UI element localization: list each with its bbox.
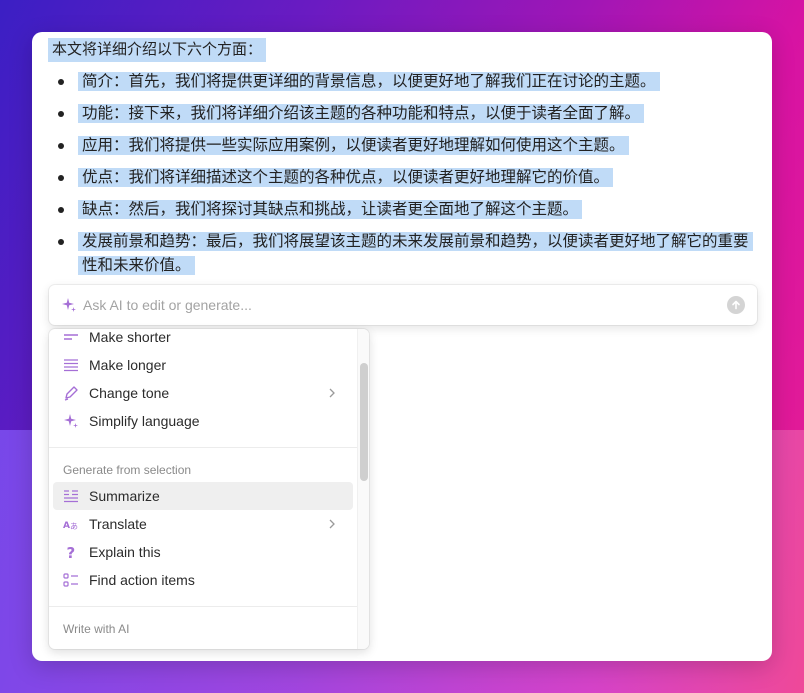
menu-item-find-action-items[interactable]: Find action items: [53, 566, 353, 594]
menu-item-label: Make longer: [89, 357, 167, 373]
intro-text[interactable]: 本文将详细介绍以下六个方面：: [48, 38, 267, 62]
bullet-dot: [58, 79, 64, 85]
long-lines-icon: [63, 357, 79, 373]
list-item[interactable]: 优点：我们将详细描述这个主题的各种优点，以便读者更好地理解它的价值。: [48, 166, 758, 190]
list-item[interactable]: 简介：首先，我们将提供更详细的背景信息，以便更好地了解我们正在讨论的主题。: [48, 70, 758, 94]
question-icon: ?: [63, 544, 79, 560]
list-item[interactable]: 应用：我们将提供一些实际应用案例，以便读者更好地理解如何使用这个主题。: [48, 134, 758, 158]
menu-item-label: Make shorter: [89, 329, 171, 345]
bullet-dot: [58, 239, 64, 245]
sparkle-icon: [63, 413, 79, 429]
chevron-right-icon: [329, 388, 335, 398]
section-title-write: Write with AI: [63, 622, 130, 636]
bullet-dot: [58, 143, 64, 149]
list-item-text: 简介：首先，我们将提供更详细的背景信息，以便更好地了解我们正在讨论的主题。: [78, 72, 660, 91]
list-item-text: 应用：我们将提供一些实际应用案例，以便读者更好地理解如何使用这个主题。: [78, 136, 629, 155]
document-body: 本文将详细介绍以下六个方面： 简介：首先，我们将提供更详细的背景信息，以便更好地…: [48, 38, 758, 286]
list-item-text: 优点：我们将详细描述这个主题的各种优点，以便读者更好地理解它的价值。: [78, 168, 614, 187]
menu-item-summarize[interactable]: Summarize: [53, 482, 353, 510]
menu-item-label: Translate: [89, 516, 147, 532]
send-button[interactable]: [727, 296, 745, 314]
menu-item-make-longer[interactable]: Make longer: [53, 351, 353, 379]
menu-item-change-tone[interactable]: Change tone: [53, 379, 353, 407]
menu-item-simplify-language[interactable]: Simplify language: [53, 407, 353, 435]
menu-scrollbar[interactable]: [357, 329, 369, 649]
list-item[interactable]: 功能：接下来，我们将详细介绍该主题的各种功能和特点，以便于读者全面了解。: [48, 102, 758, 126]
list-item-text: 功能：接下来，我们将详细介绍该主题的各种功能和特点，以便于读者全面了解。: [78, 104, 645, 123]
svg-text:A: A: [63, 521, 70, 531]
bullet-list: 简介：首先，我们将提供更详细的背景信息，以便更好地了解我们正在讨论的主题。 功能…: [48, 70, 758, 278]
menu-item-translate[interactable]: Aあ Translate: [53, 510, 353, 538]
list-item[interactable]: 缺点：然后，我们将探讨其缺点和挑战，让读者更全面地了解这个主题。: [48, 198, 758, 222]
editor-card: 本文将详细介绍以下六个方面： 简介：首先，我们将提供更详细的背景信息，以便更好地…: [32, 32, 772, 661]
menu-scroll-content: Make shorter Make longer Change tone Sim…: [49, 329, 357, 641]
menu-divider: [49, 606, 357, 607]
ai-actions-menu: Make shorter Make longer Change tone Sim…: [49, 329, 369, 649]
bullet-dot: [58, 207, 64, 213]
ai-prompt-bar: [49, 285, 757, 325]
translate-icon: Aあ: [63, 516, 79, 532]
section-title-generate: Generate from selection: [63, 463, 192, 477]
chevron-right-icon: [329, 519, 335, 529]
menu-item-label: Summarize: [89, 488, 160, 504]
list-item-text: 发展前景和趋势：最后，我们将展望该主题的未来发展前景和趋势，以便读者更好地了解它…: [78, 232, 753, 275]
checklist-icon: [63, 572, 79, 588]
menu-item-make-shorter[interactable]: Make shorter: [53, 329, 353, 351]
scrollbar-thumb[interactable]: [360, 363, 368, 481]
svg-text:あ: あ: [70, 522, 78, 531]
menu-item-label: Change tone: [89, 385, 170, 401]
svg-text:?: ?: [67, 544, 76, 560]
bullet-dot: [58, 111, 64, 117]
menu-divider: [49, 447, 357, 448]
list-item[interactable]: 发展前景和趋势：最后，我们将展望该主题的未来发展前景和趋势，以便读者更好地了解它…: [48, 230, 758, 278]
bullet-dot: [58, 175, 64, 181]
sparkle-icon: [62, 298, 76, 312]
pen-icon: [63, 385, 79, 401]
arrow-up-icon: [732, 300, 740, 310]
menu-item-label: Find action items: [89, 572, 195, 588]
summarize-icon: [63, 488, 79, 504]
ai-prompt-input[interactable]: [83, 297, 727, 313]
menu-item-explain-this[interactable]: ? Explain this: [53, 538, 353, 566]
list-item-text: 缺点：然后，我们将探讨其缺点和挑战，让读者更全面地了解这个主题。: [78, 200, 583, 219]
menu-item-label: Explain this: [89, 544, 161, 560]
menu-item-label: Simplify language: [89, 413, 200, 429]
short-lines-icon: [63, 329, 79, 345]
